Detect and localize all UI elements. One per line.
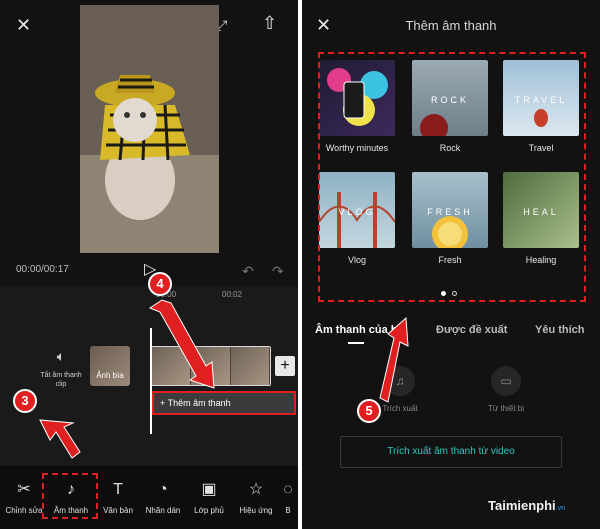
step-badge-5: 5	[357, 399, 381, 423]
watermark-suffix: .vn	[555, 505, 565, 512]
arrow-to-add-audio	[148, 299, 215, 389]
watermark: Taimienphi.vn	[488, 498, 565, 513]
watermark-brand: Taimienphi	[488, 498, 556, 513]
step-badge-4: 4	[148, 272, 172, 296]
annotation-arrows	[39, 299, 409, 459]
step-badge-3: 3	[13, 389, 37, 413]
arrow-to-category-grid	[379, 316, 409, 403]
arrow-to-audio-tool	[39, 419, 81, 459]
